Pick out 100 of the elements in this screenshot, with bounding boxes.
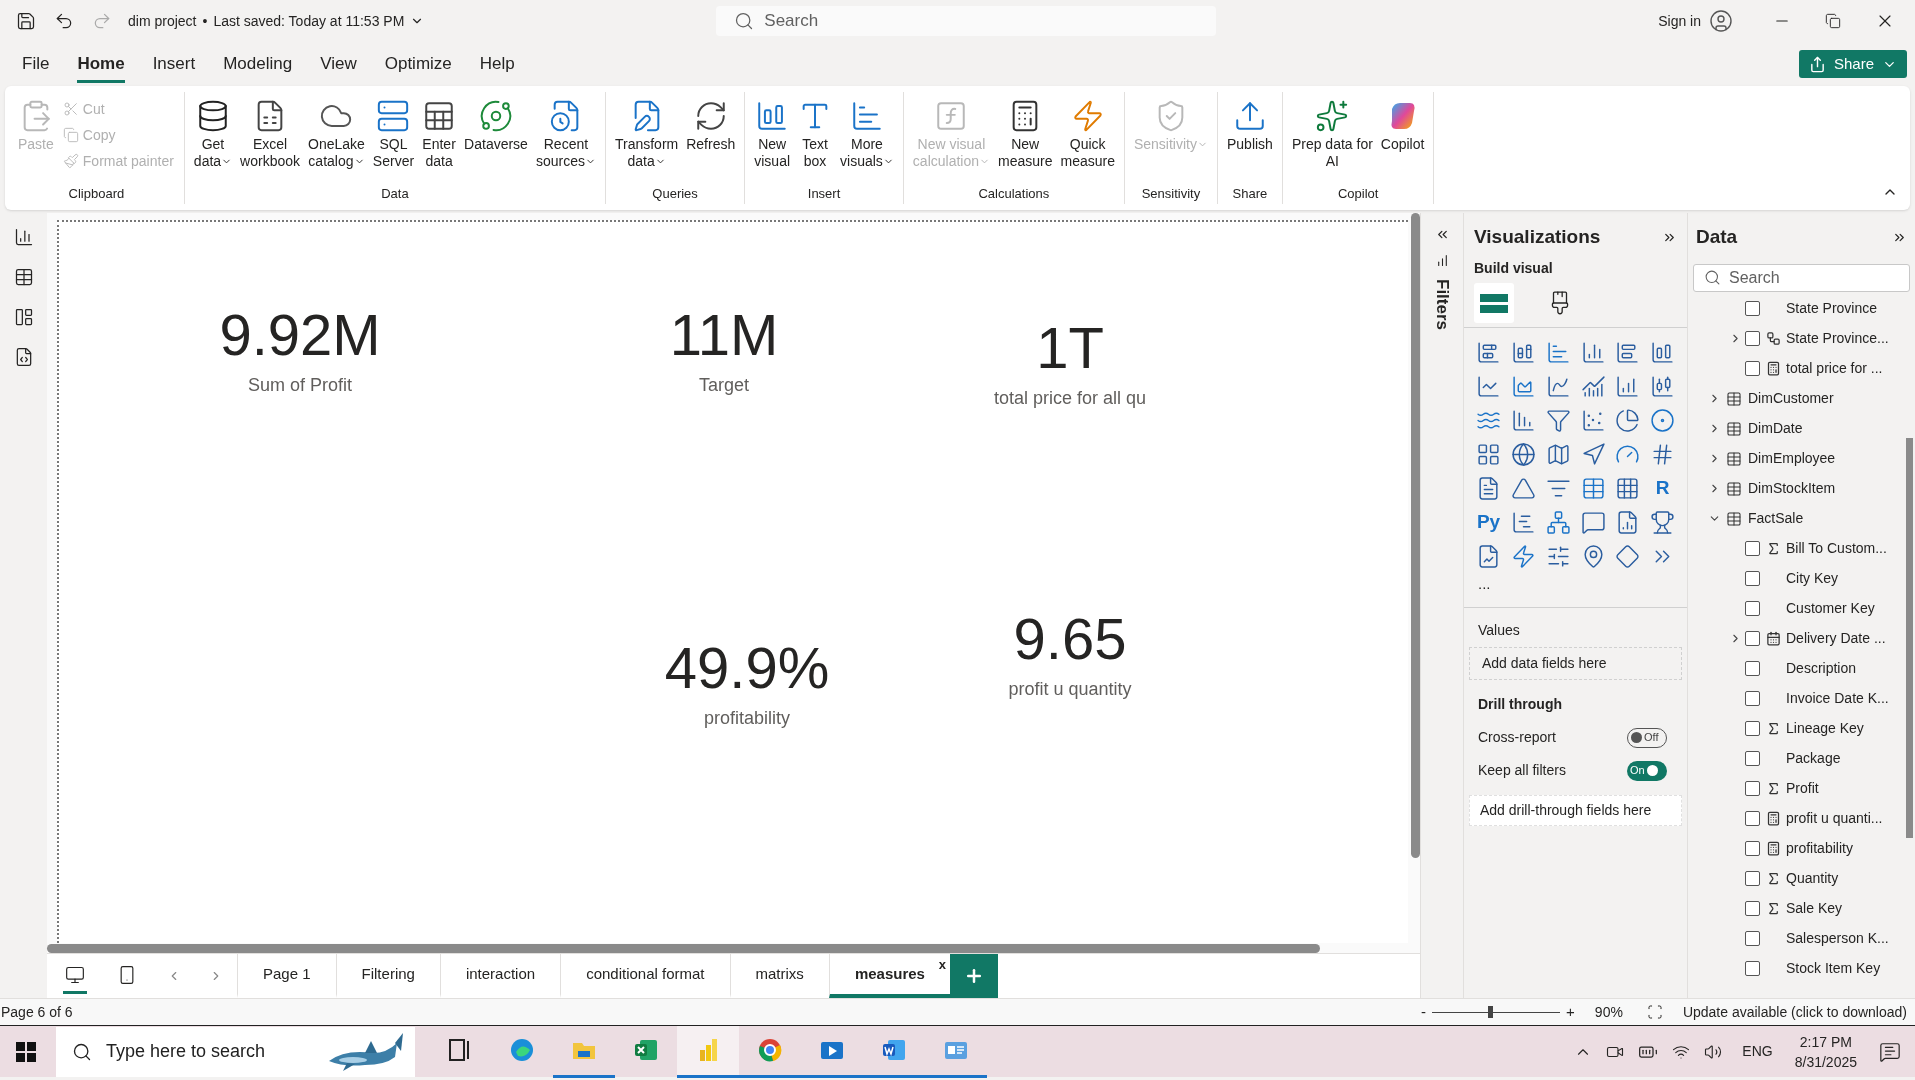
ribbon-button[interactable]: Copilot	[1377, 92, 1428, 184]
ribbon-button[interactable]: Dataverse	[461, 92, 531, 184]
windows-start-icon[interactable]	[16, 1041, 36, 1062]
checkbox[interactable]	[1745, 841, 1760, 856]
field-name[interactable]: Delivery Date ...	[1786, 628, 1886, 649]
speech-bubble-icon[interactable]	[1580, 509, 1606, 535]
decomposition-tree-icon[interactable]	[1545, 509, 1571, 535]
browser-icon[interactable]	[756, 1036, 784, 1064]
field-name[interactable]: State Province	[1786, 298, 1878, 319]
field-name[interactable]: Invoice Date K...	[1786, 688, 1889, 709]
ribbon-button[interactable]: Text box	[795, 92, 836, 184]
checkbox[interactable]	[1745, 361, 1760, 376]
checkbox[interactable]	[1745, 781, 1760, 796]
field-name[interactable]: Sale Key	[1786, 898, 1843, 919]
arrow-map-icon[interactable]	[1580, 441, 1606, 467]
ribbon-button[interactable]: Enter data	[419, 92, 460, 184]
zoom-out-button[interactable]: -	[1421, 1000, 1427, 1024]
field-name[interactable]: State Province...	[1786, 328, 1889, 349]
ribbon-button[interactable]: Excel workbook	[237, 92, 304, 184]
field-name[interactable]: total price for ...	[1786, 358, 1883, 379]
table-icon[interactable]	[1580, 475, 1606, 501]
field-name[interactable]: profit u quanti...	[1786, 808, 1883, 829]
menu-tab[interactable]: Optimize	[384, 45, 452, 83]
update-link[interactable]: Update available (click to download)	[1682, 1001, 1907, 1023]
share-button[interactable]: Share	[1798, 50, 1907, 78]
field-name[interactable]: Package	[1786, 748, 1841, 769]
report-file-icon[interactable]	[1476, 543, 1501, 569]
menu-tab[interactable]: Help	[479, 45, 515, 83]
ribbon-button[interactable]: New measure	[995, 92, 1056, 184]
table-name[interactable]: DimCustomer	[1748, 388, 1834, 409]
model-view-icon[interactable]	[13, 307, 34, 327]
field-name[interactable]: Lineage Key	[1786, 718, 1864, 739]
ribbon-button[interactable]: Recent sources	[532, 92, 599, 184]
text-card-icon[interactable]	[1476, 475, 1501, 501]
undo-icon[interactable]	[54, 11, 74, 31]
field-name[interactable]: Stock Item Key	[1786, 958, 1881, 979]
fit-to-page-icon[interactable]	[1646, 1004, 1663, 1020]
field-name[interactable]: profitability	[1786, 838, 1853, 859]
filters-pane-tab[interactable]: Filters	[1429, 279, 1455, 331]
checkbox[interactable]	[1745, 631, 1760, 646]
checkbox[interactable]	[1745, 931, 1760, 946]
vertical-scrollbar[interactable]	[1906, 438, 1913, 838]
field-name[interactable]: Profit	[1786, 778, 1819, 799]
checkbox[interactable]	[1745, 301, 1760, 316]
globe-icon[interactable]	[1510, 441, 1536, 467]
save-icon[interactable]	[16, 11, 36, 31]
ribbon-button[interactable]: Get data	[190, 92, 236, 184]
user-avatar-icon[interactable]	[1709, 9, 1733, 33]
ribbon-button[interactable]: Refresh	[683, 92, 739, 184]
restore-icon[interactable]	[1825, 13, 1841, 29]
ribbon-button[interactable]: Quick measure	[1057, 92, 1118, 184]
field-name[interactable]: Bill To Custom...	[1786, 538, 1887, 559]
checkbox[interactable]	[1745, 541, 1760, 556]
close-tab-icon[interactable]: x	[938, 955, 946, 975]
checkbox[interactable]	[1745, 661, 1760, 676]
treemap-icon[interactable]	[1476, 441, 1501, 467]
menu-tab[interactable]: Modeling	[223, 45, 293, 83]
search-field[interactable]: Search	[716, 6, 1217, 36]
language-indicator[interactable]: ENG	[1742, 1041, 1773, 1062]
ribbon-button[interactable]: OneLake catalog	[305, 92, 368, 184]
browser-icon[interactable]	[508, 1036, 536, 1064]
menu-tab[interactable]: Home	[77, 45, 125, 83]
search-field[interactable]: Search	[1693, 263, 1910, 292]
add-page-button[interactable]	[949, 954, 998, 998]
checkbox[interactable]	[1745, 601, 1760, 616]
drop-zone[interactable]: Add drill-through fields here	[1469, 795, 1682, 826]
ribbon-button[interactable]: More visuals	[837, 92, 897, 184]
ribbon-button[interactable]: Transform data	[611, 92, 682, 184]
field-name[interactable]: City Key	[1786, 568, 1839, 589]
menu-tab[interactable]: View	[320, 45, 357, 83]
diamond-icon[interactable]	[1615, 543, 1641, 569]
slider-thumb[interactable]	[1487, 1006, 1493, 1018]
trophy-icon[interactable]	[1650, 509, 1676, 535]
field-name[interactable]: Description	[1786, 658, 1857, 679]
ribbon-button[interactable]: New visual	[751, 92, 794, 184]
table-view-icon[interactable]	[13, 267, 34, 287]
checkbox[interactable]	[1745, 721, 1760, 736]
field-name[interactable]: Customer Key	[1786, 598, 1875, 619]
drop-zone[interactable]: Add data fields here	[1469, 647, 1682, 680]
sign-in-link[interactable]: Sign in	[1658, 10, 1701, 32]
ribbon-button[interactable]: SQL Server	[369, 92, 418, 184]
checkbox[interactable]	[1745, 901, 1760, 916]
matrix-icon[interactable]	[1615, 475, 1641, 501]
table-name[interactable]: FactSale	[1748, 508, 1804, 529]
field-name[interactable]: Quantity	[1786, 868, 1839, 889]
pie-chart-icon[interactable]	[1615, 407, 1641, 433]
script-visual-icon[interactable]: Py	[1476, 509, 1501, 535]
filter-slicer-icon[interactable]	[1545, 543, 1571, 569]
horizontal-scrollbar[interactable]	[47, 944, 1320, 953]
table-name[interactable]: DimDate	[1748, 418, 1803, 439]
field-name[interactable]: Salesperson K...	[1786, 928, 1889, 949]
table-name[interactable]: DimStockItem	[1748, 478, 1836, 499]
build-visual-tab[interactable]	[1474, 282, 1514, 323]
table-name[interactable]: DimEmployee	[1748, 448, 1836, 469]
report-view-icon[interactable]	[13, 227, 34, 247]
checkbox[interactable]	[1745, 331, 1760, 346]
notification-icon[interactable]	[1879, 1040, 1901, 1063]
taskbar-search-field[interactable]: Type here to search	[56, 1026, 415, 1077]
checkbox[interactable]	[1745, 751, 1760, 766]
menu-tab[interactable]: Insert	[152, 45, 196, 83]
